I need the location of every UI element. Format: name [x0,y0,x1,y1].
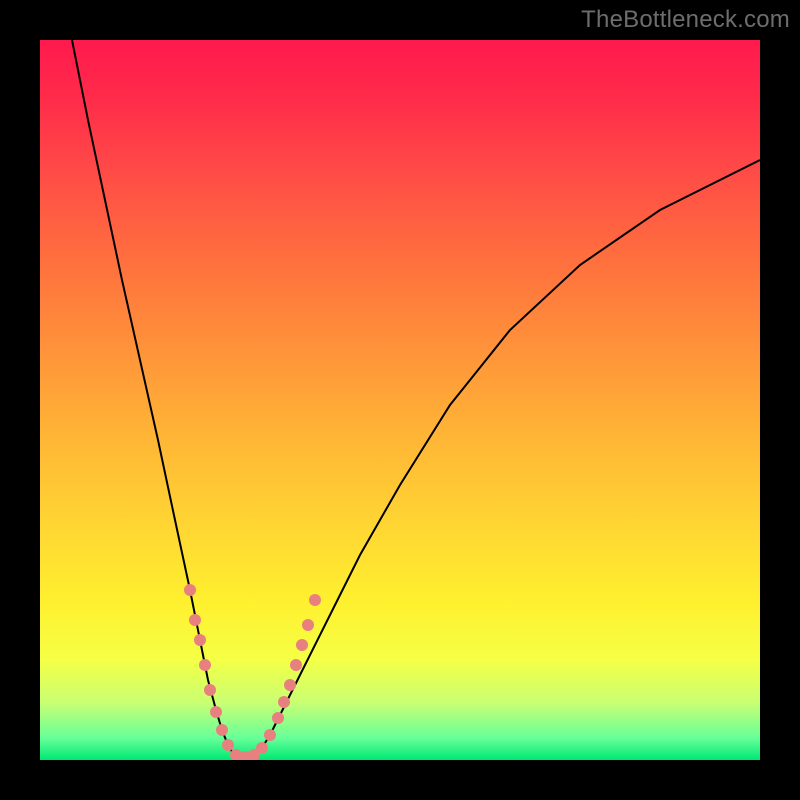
data-point [264,729,276,741]
plot-area [40,40,760,760]
data-point [189,614,201,626]
data-point [296,639,308,651]
data-point [210,706,222,718]
data-point [284,679,296,691]
data-point [204,684,216,696]
data-point [272,712,284,724]
watermark-text: TheBottleneck.com [581,6,790,34]
data-point [194,634,206,646]
data-point [199,659,211,671]
data-point [184,584,196,596]
chart-svg [40,40,760,760]
data-point [278,696,290,708]
chart-stage: TheBottleneck.com [0,0,800,800]
data-point [290,659,302,671]
data-point [222,739,234,751]
data-point [216,724,228,736]
data-point [256,742,268,754]
bottleneck-curve [72,40,760,758]
data-point [302,619,314,631]
data-point [309,594,321,606]
